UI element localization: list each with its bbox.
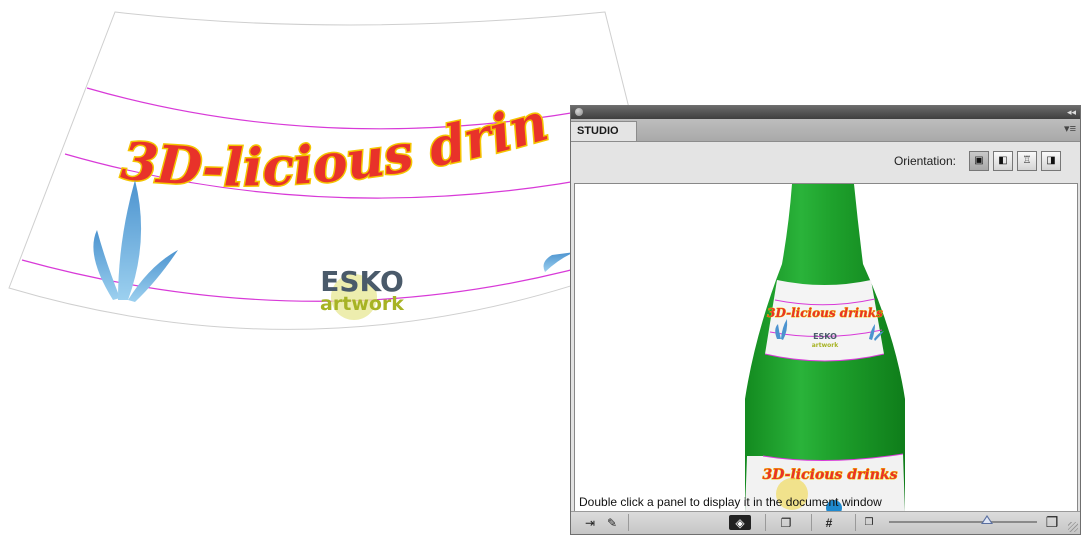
collapse-icon[interactable]: ◂◂ xyxy=(1067,106,1076,119)
orientation-left-button[interactable]: ◨ xyxy=(1041,151,1061,171)
zoom-in-icon[interactable]: ❐ xyxy=(1043,514,1061,530)
panel-titlebar[interactable]: ◂◂ xyxy=(571,106,1080,119)
panel-tabbar: STUDIO ▾≡ xyxy=(571,119,1080,142)
close-icon[interactable] xyxy=(575,108,583,116)
svg-text:artwork: artwork xyxy=(812,342,840,349)
orientation-top-button[interactable]: ♖ xyxy=(1017,151,1037,171)
edit-icon[interactable]: ✎ xyxy=(603,515,621,530)
zoom-slider-thumb[interactable] xyxy=(981,515,993,524)
zoom-slider[interactable] xyxy=(889,515,1037,524)
orientation-toolbar: Orientation: ▣ ◧ ♖ ◨ xyxy=(571,142,1080,183)
panel-bottom-toolbar: ⇥ ✎ ◈ ❐ # ❒ ❐ xyxy=(571,511,1080,534)
top-view-icon: ♖ xyxy=(1022,155,1032,166)
zoom-out-icon[interactable]: ❒ xyxy=(861,515,877,530)
esko-logo: ESKO artwork xyxy=(320,265,404,320)
orientation-front-button[interactable]: ▣ xyxy=(969,151,989,171)
studio-panel: ◂◂ STUDIO ▾≡ Orientation: ▣ ◧ ♖ ◨ 3D-lic… xyxy=(570,105,1081,535)
bottle-render: 3D-licious drinks ESKO artwork 3D-liciou… xyxy=(745,184,905,512)
front-view-icon: ▣ xyxy=(974,155,984,166)
svg-text:3D-licious drinks: 3D-licious drinks xyxy=(767,306,883,320)
export-arrow-icon[interactable]: ⇥ xyxy=(579,515,601,530)
status-hint: Double click a panel to display it in th… xyxy=(579,495,882,509)
svg-text:artwork: artwork xyxy=(320,293,404,315)
left-view-icon: ◨ xyxy=(1046,155,1056,166)
resize-grip[interactable] xyxy=(1068,522,1078,532)
svg-text:ESKO: ESKO xyxy=(813,332,837,341)
panel-menu-icon[interactable]: ▾≡ xyxy=(1064,121,1076,137)
orientation-right-button[interactable]: ◧ xyxy=(993,151,1013,171)
3d-preview-viewport[interactable]: 3D-licious drinks ESKO artwork 3D-liciou… xyxy=(574,183,1078,513)
right-view-icon: ◧ xyxy=(998,155,1008,166)
svg-text:3D-licious drinks: 3D-licious drinks xyxy=(763,467,898,483)
orientation-label: Orientation: xyxy=(893,154,956,168)
tab-studio[interactable]: STUDIO xyxy=(571,121,637,141)
grid-icon[interactable]: # xyxy=(818,515,840,530)
render-mode-icon[interactable]: ◈ xyxy=(729,515,751,530)
box-view-icon[interactable]: ❐ xyxy=(775,515,797,530)
